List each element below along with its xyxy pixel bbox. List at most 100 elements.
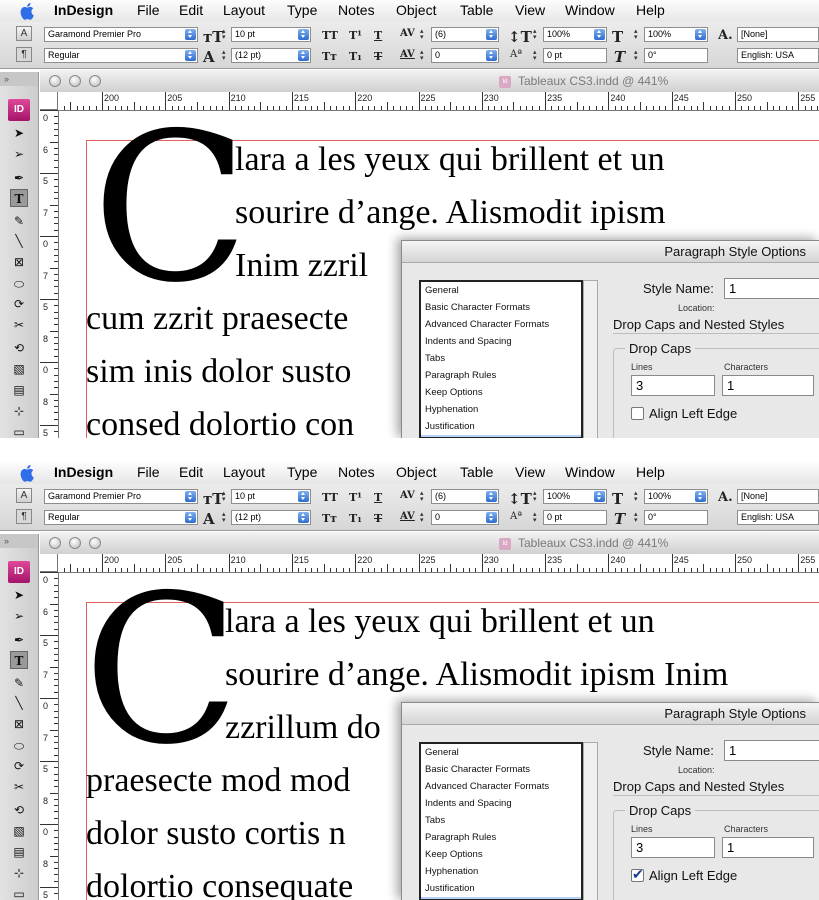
dropdown-arrows-icon[interactable] <box>486 50 497 61</box>
tracking-stepper-icon[interactable]: ▴ ▾ <box>420 511 427 524</box>
category-justification[interactable]: Justification <box>425 883 475 894</box>
dropdown-arrows-icon[interactable] <box>695 491 706 502</box>
dropdown-arrows-icon[interactable] <box>486 491 497 502</box>
horizontal-ruler[interactable]: 200 205 210 215 220 225 230 235 240 245 250 255 <box>58 554 819 573</box>
character-mode-button[interactable]: A <box>16 488 32 503</box>
align-left-edge-checkbox[interactable]: ✔ <box>631 867 644 882</box>
category-hyphenation[interactable]: Hyphenation <box>425 404 478 415</box>
leading-field[interactable]: (12 pt) <box>231 510 311 525</box>
menu-edit[interactable]: Edit <box>179 464 203 480</box>
tracking-stepper-icon[interactable]: ▴ ▾ <box>420 49 427 62</box>
pen-tool-icon[interactable]: ✒ <box>10 631 28 649</box>
rectangle-frame-tool-icon[interactable]: ⊠ <box>10 715 28 733</box>
pencil-tool-icon[interactable]: ✎ <box>10 674 28 692</box>
horizontal-scale-field[interactable]: 100% <box>644 489 708 504</box>
character-mode-button[interactable]: A <box>16 26 32 41</box>
category-basic-character-formats[interactable]: Basic Character Formats <box>425 302 530 313</box>
font-style-field[interactable]: Regular <box>44 510 198 525</box>
font-size-field[interactable]: 10 pt <box>231 489 311 504</box>
dropdown-arrows-icon[interactable] <box>298 50 309 61</box>
ellipse-tool-icon[interactable]: ⬭ <box>10 275 28 293</box>
horizontal-ruler[interactable]: 200 205 210 215 220 225 230 235 240 245 250 255 <box>58 92 819 111</box>
menu-window[interactable]: Window <box>565 464 615 480</box>
type-tool-icon[interactable]: T <box>10 189 28 207</box>
menu-view[interactable]: View <box>515 464 545 480</box>
skew-stepper-icon[interactable]: ▴ ▾ <box>634 511 641 524</box>
font-style-field[interactable]: Regular <box>44 48 198 63</box>
paragraph-mode-button[interactable]: ¶ <box>16 509 32 524</box>
tracking-field[interactable]: 0 <box>431 510 499 525</box>
menu-object[interactable]: Object <box>396 464 436 480</box>
horizontal-scale-field[interactable]: 100% <box>644 27 708 42</box>
panel-grip-icon[interactable]: » <box>0 534 38 548</box>
horizontal-scale-stepper-icon[interactable]: ▴ ▾ <box>634 490 641 503</box>
pen-tool-icon[interactable]: ✒ <box>10 169 28 187</box>
hand-tool-icon[interactable]: ▭ <box>10 423 28 438</box>
all-caps-icon[interactable]: TT <box>322 491 338 504</box>
rectangle-frame-tool-icon[interactable]: ⊠ <box>10 253 28 271</box>
category-keep-options[interactable]: Keep Options <box>425 387 483 398</box>
panel-grip-icon[interactable]: » <box>0 72 38 86</box>
category-tabs[interactable]: Tabs <box>425 353 445 364</box>
category-advanced-character-formats[interactable]: Advanced Character Formats <box>425 319 549 330</box>
font-family-field[interactable]: Garamond Premier Pro <box>44 489 198 504</box>
menu-notes[interactable]: Notes <box>338 464 375 480</box>
character-style-field[interactable]: [None] <box>737 27 819 42</box>
small-caps-icon[interactable]: Tᴛ <box>322 50 337 63</box>
language-field[interactable]: English: USA <box>737 510 819 525</box>
category-list[interactable]: General Basic Character Formats Advanced… <box>419 280 583 438</box>
category-advanced-character-formats[interactable]: Advanced Character Formats <box>425 781 549 792</box>
menu-window[interactable]: Window <box>565 2 615 18</box>
all-caps-icon[interactable]: TT <box>322 29 338 42</box>
menu-notes[interactable]: Notes <box>338 2 375 18</box>
menu-app[interactable]: InDesign <box>54 2 113 18</box>
pencil-tool-icon[interactable]: ✎ <box>10 212 28 230</box>
menu-file[interactable]: File <box>137 2 160 18</box>
type-tool-icon[interactable]: T <box>10 651 28 669</box>
leading-stepper-icon[interactable]: ▴ ▾ <box>222 49 229 62</box>
menu-app[interactable]: InDesign <box>54 464 113 480</box>
menu-table[interactable]: Table <box>460 464 493 480</box>
ruler-origin[interactable] <box>40 92 58 110</box>
kerning-stepper-icon[interactable]: ▴ ▾ <box>420 28 427 41</box>
dropdown-arrows-icon[interactable] <box>185 29 196 40</box>
dropdown-arrows-icon[interactable] <box>594 29 605 40</box>
scissors-tool-icon[interactable]: ✂ <box>10 316 28 334</box>
category-general[interactable]: General <box>425 285 459 296</box>
ellipse-tool-icon[interactable]: ⬭ <box>10 737 28 755</box>
dropdown-arrows-icon[interactable] <box>594 491 605 502</box>
category-justification[interactable]: Justification <box>425 421 475 432</box>
font-family-field[interactable]: Garamond Premier Pro <box>44 27 198 42</box>
minimize-window-icon[interactable] <box>69 537 81 549</box>
category-indents-and-spacing[interactable]: Indents and Spacing <box>425 336 512 347</box>
category-paragraph-rules[interactable]: Paragraph Rules <box>425 832 496 843</box>
category-keep-options[interactable]: Keep Options <box>425 849 483 860</box>
close-window-icon[interactable] <box>49 75 61 87</box>
minimize-window-icon[interactable] <box>69 75 81 87</box>
free-transform-tool-icon[interactable]: ⟲ <box>10 339 28 357</box>
character-style-field[interactable]: [None] <box>737 489 819 504</box>
drop-cap-lines-input[interactable]: 3 <box>631 375 715 396</box>
gradient-tool-icon[interactable]: ▧ <box>10 360 28 378</box>
skew-stepper-icon[interactable]: ▴ ▾ <box>634 49 641 62</box>
baseline-shift-field[interactable]: 0 pt <box>543 48 607 63</box>
button-tool-icon[interactable]: ⊹ <box>10 864 28 882</box>
apple-menu-icon[interactable] <box>20 464 36 482</box>
dropdown-arrows-icon[interactable] <box>486 512 497 523</box>
button-tool-icon[interactable]: ⊹ <box>10 402 28 420</box>
strikethrough-icon[interactable]: T <box>374 512 382 525</box>
menu-layout[interactable]: Layout <box>223 464 265 480</box>
drop-cap-characters-input[interactable]: 1 <box>722 375 814 396</box>
leading-field[interactable]: (12 pt) <box>231 48 311 63</box>
dropdown-arrows-icon[interactable] <box>298 29 309 40</box>
category-hyphenation[interactable]: Hyphenation <box>425 866 478 877</box>
font-size-stepper-icon[interactable]: ▴ ▾ <box>222 490 229 503</box>
strikethrough-icon[interactable]: T <box>374 50 382 63</box>
hand-tool-icon[interactable]: ▭ <box>10 885 28 900</box>
menu-file[interactable]: File <box>137 464 160 480</box>
category-paragraph-rules[interactable]: Paragraph Rules <box>425 370 496 381</box>
subscript-icon[interactable]: T₁ <box>349 50 362 63</box>
font-size-stepper-icon[interactable]: ▴ ▾ <box>222 28 229 41</box>
kerning-stepper-icon[interactable]: ▴ ▾ <box>420 490 427 503</box>
line-tool-icon[interactable]: ╲ <box>10 232 28 250</box>
